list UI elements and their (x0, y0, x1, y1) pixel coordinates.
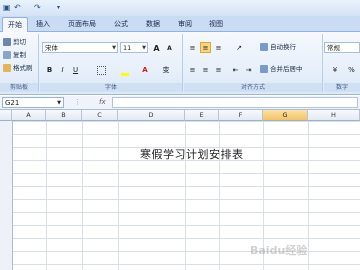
alignment-group: ≡ ≡ ≡ ↗ 自动换行 ≡ ≡ ≡ ⇤ ⇥ 合并后居中 对齐方式 (184, 34, 323, 92)
quick-access-toolbar: ▣ ↶ ↷ ▾ (0, 0, 360, 16)
font-color-button[interactable]: A (137, 64, 153, 75)
tab-review[interactable]: 审阅 (174, 17, 196, 31)
chevron-down-icon: ▼ (142, 45, 146, 51)
sheet-title-cell[interactable]: 寒假学习计划安排表 (140, 146, 244, 162)
tab-data[interactable]: 数据 (142, 17, 164, 31)
tab-formulas[interactable]: 公式 (110, 17, 132, 31)
format-painter-button[interactable]: 格式刷 (3, 63, 33, 74)
tab-home[interactable]: 开始 (2, 17, 28, 32)
fill-color-button[interactable] (116, 64, 134, 76)
fill-bucket-icon (121, 73, 129, 76)
formula-separator-icon: ⋮ (74, 98, 81, 106)
align-right-icon[interactable]: ≡ (213, 64, 224, 75)
percent-button[interactable]: % (346, 64, 357, 75)
select-all-corner[interactable] (0, 110, 12, 121)
formula-bar: G21 ▼ ⋮ fx (0, 96, 360, 110)
ribbon-tabs: 开始 插入 页面布局 公式 数据 审阅 视图 (0, 16, 360, 32)
column-header-d[interactable]: D (118, 110, 185, 121)
chevron-down-icon: ▼ (57, 100, 61, 106)
undo-icon[interactable]: ↶ (14, 2, 21, 13)
border-icon (96, 65, 106, 75)
column-header-a[interactable]: A (12, 110, 46, 121)
number-format-select[interactable]: 常规 (324, 42, 360, 53)
currency-icon[interactable]: ¥ (326, 64, 344, 75)
column-header-c[interactable]: C (82, 110, 118, 121)
column-header-f[interactable]: F (219, 110, 263, 121)
font-name-select[interactable]: 宋体 ▼ (42, 42, 118, 53)
gridline (82, 121, 83, 270)
underline-button[interactable]: U (70, 64, 81, 75)
align-center-icon[interactable]: ≡ (200, 64, 211, 75)
column-header-b[interactable]: B (46, 110, 82, 121)
scissors-icon (3, 38, 11, 46)
font-group: 宋体 ▼ 11 ▼ A A B I U A 变 字体 (40, 34, 183, 92)
align-left-icon[interactable]: ≡ (187, 64, 198, 75)
copy-button[interactable]: 复制 (3, 50, 26, 61)
decrease-indent-icon[interactable]: ⇤ (230, 64, 241, 75)
grow-font-button[interactable]: A (151, 42, 162, 53)
font-size-select[interactable]: 11 ▼ (120, 42, 148, 53)
row-headers[interactable] (0, 121, 13, 270)
save-icon[interactable]: ▣ (3, 2, 11, 13)
ribbon: 剪切 复制 格式刷 剪贴板 宋体▼ 11▼ A A B I U A 变 字体 (0, 32, 360, 95)
align-top-icon[interactable]: ≡ (187, 42, 198, 53)
borders-button[interactable] (92, 64, 110, 75)
copy-icon (3, 51, 11, 59)
customize-icon[interactable]: ▾ (57, 2, 60, 13)
cut-button[interactable]: 剪切 (3, 37, 26, 48)
gridline (308, 121, 309, 270)
merge-center-button[interactable]: 合并后居中 (260, 64, 303, 75)
column-header-g[interactable]: G (263, 110, 308, 121)
gridline (118, 121, 119, 270)
align-bottom-icon[interactable]: ≡ (213, 42, 224, 53)
formula-input[interactable] (112, 97, 358, 108)
number-group: 常规 ¥ % 数字 (324, 34, 360, 92)
fx-icon[interactable]: fx (99, 96, 106, 109)
wrap-text-button[interactable]: 自动换行 (260, 42, 296, 53)
name-box[interactable]: G21 ▼ (2, 97, 64, 108)
tab-view[interactable]: 视图 (205, 17, 227, 31)
gridline (46, 121, 47, 270)
increase-indent-icon[interactable]: ⇥ (243, 64, 254, 75)
number-group-label: 数字 (324, 83, 360, 92)
tab-insert[interactable]: 插入 (32, 17, 54, 31)
chevron-down-icon: ▼ (112, 45, 116, 51)
bold-button[interactable]: B (44, 64, 55, 75)
shrink-font-button[interactable]: A (164, 42, 175, 53)
clipboard-group: 剪切 复制 格式刷 剪贴板 (0, 34, 39, 92)
alignment-group-label: 对齐方式 (184, 83, 322, 92)
clipboard-group-label: 剪贴板 (0, 83, 38, 92)
brush-icon (3, 64, 11, 72)
watermark: Baidu经验 (250, 244, 308, 257)
redo-icon[interactable]: ↷ (34, 2, 41, 13)
wrap-text-icon (260, 43, 268, 51)
orientation-icon[interactable]: ↗ (230, 42, 248, 53)
gridline (219, 121, 220, 270)
column-header-e[interactable]: E (185, 110, 219, 121)
tab-page-layout[interactable]: 页面布局 (62, 17, 102, 31)
gridline (185, 121, 186, 270)
font-group-label: 字体 (40, 83, 182, 92)
merge-icon (260, 65, 268, 73)
phonetic-button[interactable]: 变 (157, 64, 175, 75)
column-header-h[interactable]: H (308, 110, 360, 121)
align-middle-icon[interactable]: ≡ (200, 42, 211, 53)
italic-button[interactable]: I (57, 64, 68, 75)
